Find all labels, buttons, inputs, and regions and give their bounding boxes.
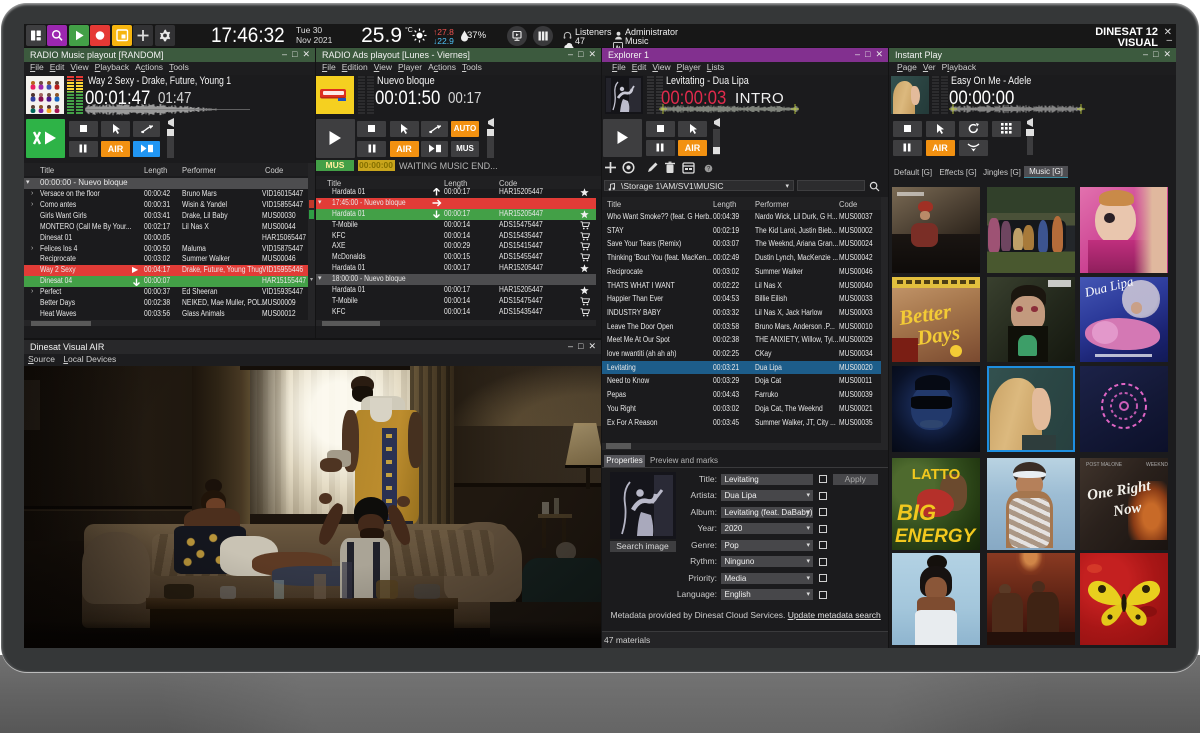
svg-text:One Right: One Right [1086, 478, 1152, 504]
svg-text:BIG: BIG [897, 500, 936, 525]
svg-text:Now: Now [1111, 500, 1143, 521]
svg-text:Dua Lipa: Dua Lipa [1082, 277, 1135, 300]
svg-text:POST MALONE: POST MALONE [1086, 462, 1123, 468]
svg-text:LATTO: LATTO [912, 466, 961, 483]
svg-text:WEEKND: WEEKND [1146, 462, 1168, 468]
svg-text:ENERGY: ENERGY [895, 526, 978, 547]
